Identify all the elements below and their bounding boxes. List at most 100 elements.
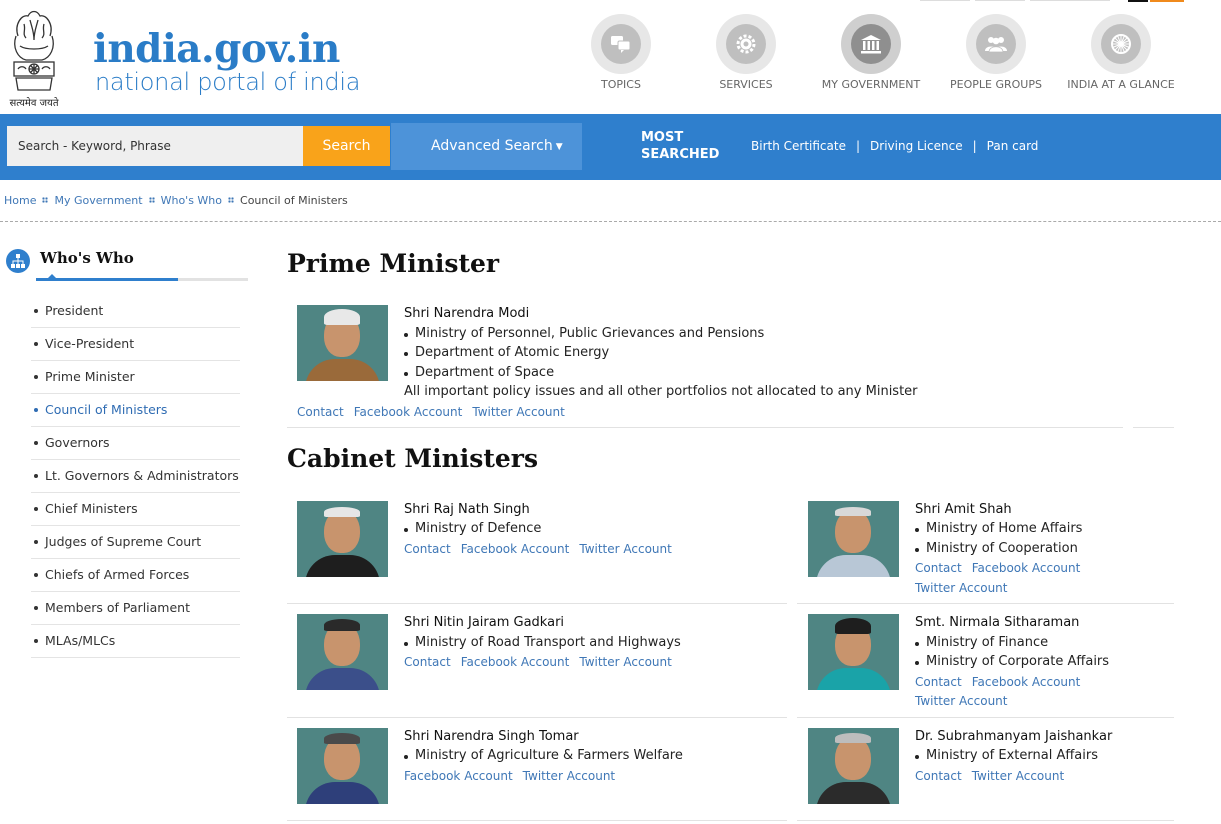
sidebar-item-lt-governors[interactable]: Lt. Governors & Administrators <box>31 460 240 493</box>
caret-down-icon: ▼ <box>555 142 563 152</box>
sidebar-title-underline <box>36 274 248 281</box>
contact-link[interactable]: Contact <box>404 542 451 556</box>
breadcrumb-whos-who[interactable]: Who's Who <box>161 194 222 207</box>
minister-photo[interactable] <box>808 728 899 804</box>
utility-orange-swatch[interactable] <box>1150 0 1184 2</box>
sidebar-item-mlas-mlcs[interactable]: MLAs/MLCs <box>31 625 240 658</box>
nav-india-at-a-glance-label: INDIA AT A GLANCE <box>1067 78 1175 91</box>
minister-links: Twitter Account <box>915 694 1017 708</box>
contact-link[interactable]: Contact <box>915 561 962 575</box>
minister-name: Shri Amit Shah <box>915 502 1012 517</box>
sidebar-item-governors[interactable]: Governors <box>31 427 240 460</box>
twitter-link[interactable]: Twitter Account <box>972 769 1064 783</box>
nav-people-groups[interactable]: PEOPLE GROUPS <box>931 14 1061 91</box>
portfolio-item: Ministry of Corporate Affairs <box>915 654 1109 669</box>
facebook-link[interactable]: Facebook Account <box>461 655 570 669</box>
divider <box>287 820 787 821</box>
divider <box>287 603 787 604</box>
minister-photo[interactable] <box>297 614 388 690</box>
chat-bubbles-icon <box>611 36 631 53</box>
top-utility-strip <box>0 0 1221 4</box>
minister-links: Twitter Account <box>915 581 1017 595</box>
advanced-search-dropdown[interactable]: Advanced Search ▼ <box>391 123 582 170</box>
nav-services[interactable]: SERVICES <box>681 14 811 91</box>
breadcrumb-separator-icon <box>148 197 155 203</box>
sidebar-item-chiefs-armed-forces[interactable]: Chiefs of Armed Forces <box>31 559 240 592</box>
contact-link[interactable]: Contact <box>915 675 962 689</box>
divider <box>797 820 1174 821</box>
minister-photo[interactable] <box>297 728 388 804</box>
twitter-link[interactable]: Twitter Account <box>523 769 615 783</box>
twitter-link[interactable]: Twitter Account <box>579 542 671 556</box>
sidebar-item-council-of-ministers[interactable]: Council of Ministers <box>31 394 240 427</box>
minister-name: Dr. Subrahmanyam Jaishankar <box>915 729 1113 744</box>
portfolio-item: Department of Atomic Energy <box>404 345 609 360</box>
divider <box>287 717 787 718</box>
nav-india-at-a-glance[interactable]: INDIA AT A GLANCE <box>1056 14 1186 91</box>
breadcrumb-my-government[interactable]: My Government <box>54 194 142 207</box>
sidebar-item-chief-ministers[interactable]: Chief Ministers <box>31 493 240 526</box>
facebook-link[interactable]: Facebook Account <box>972 675 1081 689</box>
facebook-link[interactable]: Facebook Account <box>404 769 513 783</box>
link-birth-certificate[interactable]: Birth Certificate <box>751 139 846 153</box>
breadcrumb-current: Council of Ministers <box>240 194 348 207</box>
site-logo-title[interactable]: india.gov.in <box>93 26 340 72</box>
portfolio-item: Ministry of Agriculture & Farmers Welfar… <box>404 748 683 763</box>
breadcrumb-separator-icon <box>42 197 49 203</box>
link-pan-card[interactable]: Pan card <box>987 139 1039 153</box>
prime-minister-heading: Prime Minister <box>287 249 500 278</box>
facebook-link[interactable]: Facebook Account <box>461 542 570 556</box>
nav-topics-label: TOPICS <box>601 78 641 91</box>
twitter-link[interactable]: Twitter Account <box>472 405 564 419</box>
most-searched-links: Birth Certificate | Driving Licence | Pan ca… <box>751 139 1039 153</box>
minister-photo[interactable] <box>808 614 899 690</box>
portfolio-item: Ministry of Finance <box>915 635 1048 650</box>
prime-minister-photo[interactable] <box>297 305 388 381</box>
sidebar-item-prime-minister[interactable]: Prime Minister <box>31 361 240 394</box>
org-chart-icon <box>6 249 30 273</box>
nav-services-label: SERVICES <box>719 78 773 91</box>
minister-photo[interactable] <box>808 501 899 577</box>
search-input[interactable] <box>7 126 303 166</box>
minister-name: Smt. Nirmala Sitharaman <box>915 615 1080 630</box>
advanced-search-label: Advanced Search <box>431 138 553 154</box>
sidebar-item-president[interactable]: President <box>31 295 240 328</box>
search-button[interactable]: Search <box>303 126 390 166</box>
prime-minister-links: Contact Facebook Account Twitter Account <box>297 405 575 419</box>
divider <box>797 717 1174 718</box>
divider <box>797 603 1174 604</box>
portfolio-item: Ministry of Home Affairs <box>915 521 1082 536</box>
sidebar-item-vice-president[interactable]: Vice-President <box>31 328 240 361</box>
breadcrumb-home[interactable]: Home <box>4 194 36 207</box>
divider <box>1133 427 1174 428</box>
minister-links: Contact Facebook Account <box>915 675 1090 689</box>
emblem-motto: सत्यमेव जयते <box>9 98 59 109</box>
twitter-link[interactable]: Twitter Account <box>915 694 1007 708</box>
sidebar-item-members-of-parliament[interactable]: Members of Parliament <box>31 592 240 625</box>
twitter-link[interactable]: Twitter Account <box>915 581 1007 595</box>
sidebar-title: Who's Who <box>40 249 134 267</box>
sidebar-item-judges-supreme-court[interactable]: Judges of Supreme Court <box>31 526 240 559</box>
contact-link[interactable]: Contact <box>915 769 962 783</box>
gear-icon <box>736 34 756 54</box>
prime-minister-name: Shri Narendra Modi <box>404 306 530 321</box>
facebook-link[interactable]: Facebook Account <box>354 405 463 419</box>
nav-my-government[interactable]: MY GOVERNMENT <box>806 14 936 91</box>
link-driving-licence[interactable]: Driving Licence <box>870 139 963 153</box>
portfolio-item: Ministry of Road Transport and Highways <box>404 635 681 650</box>
minister-name: Shri Nitin Jairam Gadkari <box>404 615 565 630</box>
breadcrumb-separator-icon <box>228 197 235 203</box>
minister-photo[interactable] <box>297 501 388 577</box>
nav-topics[interactable]: TOPICS <box>556 14 686 91</box>
minister-links: Contact Twitter Account <box>915 769 1074 783</box>
government-building-icon <box>861 35 881 54</box>
utility-dark-swatch[interactable] <box>1128 0 1148 2</box>
divider <box>0 221 1221 222</box>
contact-link[interactable]: Contact <box>404 655 451 669</box>
portfolio-item: Department of Space <box>404 365 554 380</box>
facebook-link[interactable]: Facebook Account <box>972 561 1081 575</box>
twitter-link[interactable]: Twitter Account <box>579 655 671 669</box>
sidebar-menu: President Vice-President Prime Minister … <box>31 295 240 658</box>
contact-link[interactable]: Contact <box>297 405 344 419</box>
divider <box>287 427 1123 428</box>
